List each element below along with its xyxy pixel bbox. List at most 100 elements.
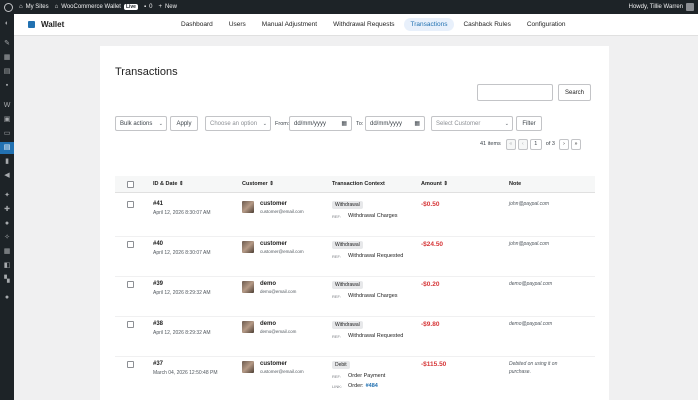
customer-name[interactable]: customer xyxy=(260,201,287,207)
last-page-button[interactable]: » xyxy=(570,138,581,150)
customer-email: customer@email.com xyxy=(260,249,304,254)
woocommerce-icon[interactable]: W xyxy=(3,102,11,109)
context-select[interactable]: Choose an option ⌄ xyxy=(205,116,271,131)
col-customer[interactable]: Customer ⇕ xyxy=(242,181,274,187)
type-badge: Withdrawal xyxy=(332,241,363,249)
select-all-checkbox[interactable] xyxy=(127,181,134,188)
appearance-icon[interactable]: ✦ xyxy=(3,192,11,199)
table-row: #38 April 12, 2026 8:29:32 AM demo demo@… xyxy=(115,316,595,357)
user-menu[interactable]: Howdy, Tillie Warren xyxy=(629,0,694,14)
row-checkbox[interactable] xyxy=(127,241,134,248)
customer-name[interactable]: demo xyxy=(260,321,276,327)
comment-icon: ▪ xyxy=(143,4,147,10)
filter-button[interactable]: Filter xyxy=(516,116,542,131)
admin-sidebar: ◐ ✎ ▦ ▤ ▪ W ▣ ▭ ▤ ▮ ◀ ✦ ✚ ● ✧ ▦ ◧ ▚ ● xyxy=(0,14,14,400)
blocks-icon[interactable]: ▚ xyxy=(3,276,11,283)
row-checkbox[interactable] xyxy=(127,361,134,368)
dashboard-icon[interactable]: ◐ xyxy=(3,20,11,27)
brand-title: Wallet xyxy=(41,20,65,29)
to-date-input[interactable]: dd/mm/yyyy ▦ xyxy=(365,116,425,131)
admin-bar: ⌂ My Sites ⌂ WooCommerce Wallet Live ▪ 0 + Ne… xyxy=(0,0,698,14)
apply-button[interactable]: Apply xyxy=(170,116,198,131)
search-input[interactable] xyxy=(477,84,553,101)
ref-label: REF: xyxy=(332,214,342,219)
tools-icon[interactable]: ✧ xyxy=(3,234,11,241)
pin-icon[interactable]: ✎ xyxy=(3,40,11,47)
marketing-icon[interactable]: ◀ xyxy=(3,172,11,179)
home-icon: ⌂ xyxy=(54,4,59,10)
wordpress-logo-icon[interactable] xyxy=(4,2,13,12)
customer-avatar xyxy=(242,201,254,213)
analytics-icon[interactable]: ▮ xyxy=(3,158,11,165)
page-total: of 3 xyxy=(545,141,555,147)
note: demo@paypal.com xyxy=(509,321,553,327)
row-checkbox[interactable] xyxy=(127,321,134,328)
customer-email: customer@email.com xyxy=(260,369,304,374)
ref-label: REF: xyxy=(332,254,342,259)
transaction-date: March 04, 2026 12:50:48 PM xyxy=(153,370,218,376)
payments-icon[interactable]: ▭ xyxy=(3,130,11,137)
transaction-id[interactable]: #37 xyxy=(153,361,163,367)
sort-icon: ⇕ xyxy=(269,181,274,187)
live-badge: Live xyxy=(123,4,138,10)
table-row: #41 April 12, 2026 8:30:07 AM customer c… xyxy=(115,196,595,237)
col-amount[interactable]: Amount ⇕ xyxy=(421,181,448,187)
amount: -$115.50 xyxy=(421,361,447,368)
current-page-input[interactable]: 1 xyxy=(529,138,542,150)
items-count: 41 items xyxy=(480,141,501,147)
table-header: ID & Date ⇕ Customer ⇕ Transaction Conte… xyxy=(115,176,595,193)
customer-email: demo@email.com xyxy=(260,289,297,294)
transaction-id[interactable]: #41 xyxy=(153,201,163,207)
customer-select[interactable]: Select Customer ⌄ xyxy=(431,116,513,131)
transaction-id[interactable]: #38 xyxy=(153,321,163,327)
tab-users[interactable]: Users xyxy=(222,18,253,31)
collapse-icon[interactable]: ● xyxy=(3,294,11,301)
pages-icon[interactable]: ▤ xyxy=(3,68,11,75)
site-name-link[interactable]: ⌂ WooCommerce Wallet Live xyxy=(55,4,138,10)
prev-page-button[interactable]: ‹ xyxy=(517,138,528,150)
extension-icon[interactable]: ◧ xyxy=(3,262,11,269)
plugins-icon[interactable]: ✚ xyxy=(3,206,11,213)
bulk-actions-select[interactable]: Bulk actions ⌄ xyxy=(115,116,167,131)
comments-icon[interactable]: ▪ xyxy=(3,82,11,89)
products-icon[interactable]: ▣ xyxy=(3,116,11,123)
settings-icon[interactable]: ▦ xyxy=(3,248,11,255)
first-page-button[interactable]: « xyxy=(505,138,516,150)
context-value: Withdrawal Requested xyxy=(348,253,404,259)
chevron-down-icon: ⌄ xyxy=(262,120,267,127)
next-page-button[interactable]: › xyxy=(558,138,569,150)
page-title: Transactions xyxy=(115,66,178,78)
customer-email: demo@email.com xyxy=(260,329,297,334)
order-link[interactable]: #484 xyxy=(366,383,378,389)
col-id-date[interactable]: ID & Date ⇕ xyxy=(153,181,184,187)
chevron-down-icon: ⌄ xyxy=(158,120,163,127)
tab-manual-adjustment[interactable]: Manual Adjustment xyxy=(255,18,324,31)
type-badge: Withdrawal xyxy=(332,201,363,209)
context-value: Withdrawal Charges xyxy=(348,213,398,219)
tab-cashback-rules[interactable]: Cashback Rules xyxy=(456,18,517,31)
new-content-link[interactable]: + New xyxy=(158,4,177,10)
type-badge: Withdrawal xyxy=(332,321,363,329)
customer-name[interactable]: demo xyxy=(260,281,276,287)
ref-label: REF: xyxy=(332,374,342,379)
from-date-input[interactable]: dd/mm/yyyy ▦ xyxy=(289,116,352,131)
search-button[interactable]: Search xyxy=(558,84,591,101)
row-checkbox[interactable] xyxy=(127,281,134,288)
media-icon[interactable]: ▦ xyxy=(3,54,11,61)
wallet-icon[interactable]: ▤ xyxy=(0,142,14,154)
customer-name[interactable]: customer xyxy=(260,361,287,367)
amount: -$0.50 xyxy=(421,201,440,208)
tab-transactions[interactable]: Transactions xyxy=(403,18,455,31)
transaction-id[interactable]: #40 xyxy=(153,241,163,247)
transaction-id[interactable]: #39 xyxy=(153,281,163,287)
comments-link[interactable]: ▪ 0 xyxy=(144,4,152,10)
tab-dashboard[interactable]: Dashboard xyxy=(174,18,220,31)
user-avatar xyxy=(686,3,694,11)
users-icon[interactable]: ● xyxy=(3,220,11,227)
tab-configuration[interactable]: Configuration xyxy=(520,18,573,31)
context-value: Withdrawal Requested xyxy=(348,333,404,339)
row-checkbox[interactable] xyxy=(127,201,134,208)
tab-withdrawal-requests[interactable]: Withdrawal Requests xyxy=(326,18,401,31)
customer-name[interactable]: customer xyxy=(260,241,287,247)
my-sites-link[interactable]: ⌂ My Sites xyxy=(19,4,49,10)
